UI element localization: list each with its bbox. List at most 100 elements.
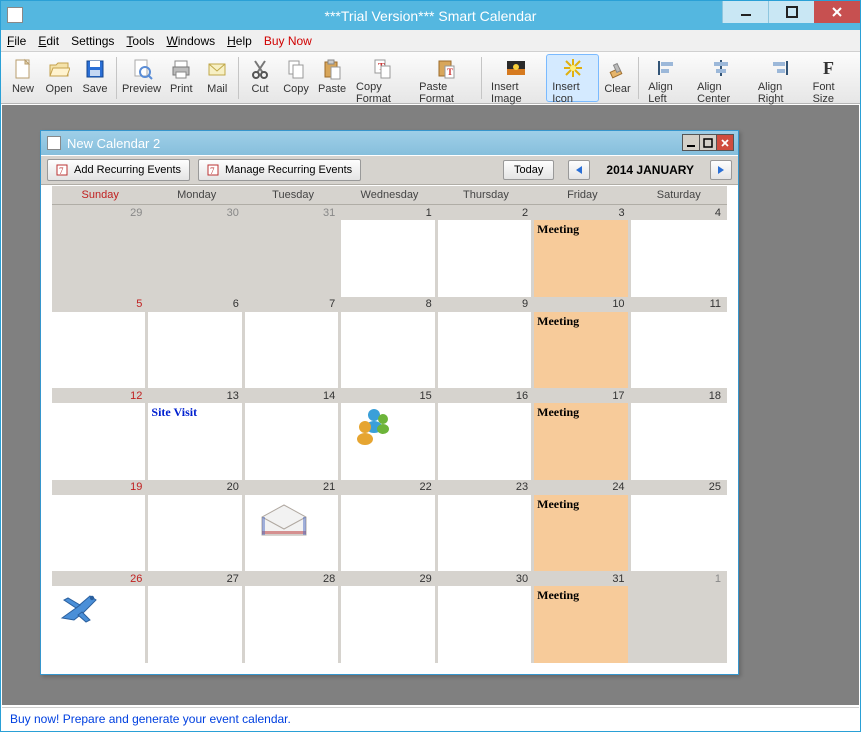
day-cell[interactable] bbox=[341, 220, 437, 297]
daynum: 15 bbox=[341, 388, 437, 403]
daynum: 31 bbox=[534, 571, 630, 586]
menu-buynow[interactable]: Buy Now bbox=[264, 34, 312, 48]
day-cell[interactable] bbox=[245, 586, 341, 663]
daynum: 4 bbox=[631, 205, 727, 220]
copy-format-button[interactable]: T Copy Format bbox=[350, 54, 413, 102]
day-cell[interactable] bbox=[52, 403, 148, 480]
menubar: File Edit Settings Tools Windows Help Bu… bbox=[1, 30, 860, 52]
menu-help[interactable]: Help bbox=[227, 34, 252, 48]
main-toolbar: New Open Save Preview Print Mail Cut Cop… bbox=[1, 52, 860, 104]
window-title: ***Trial Version*** Smart Calendar bbox=[325, 8, 537, 24]
copy-button[interactable]: Copy bbox=[278, 54, 314, 102]
weekday-sunday: Sunday bbox=[52, 186, 148, 204]
day-cell[interactable] bbox=[438, 586, 534, 663]
calendar-document-window: New Calendar 2 7 Add Recurring Events 7 … bbox=[40, 130, 739, 675]
clear-button[interactable]: Clear bbox=[599, 54, 635, 102]
day-cell[interactable] bbox=[438, 220, 534, 297]
daynum: 13 bbox=[148, 388, 244, 403]
day-cell[interactable]: Meeting bbox=[534, 495, 630, 572]
prev-month-button[interactable] bbox=[568, 160, 590, 180]
day-cell[interactable] bbox=[631, 495, 727, 572]
toolbar-separator bbox=[481, 57, 482, 99]
cut-button[interactable]: Cut bbox=[242, 54, 278, 102]
status-text: Buy now! Prepare and generate your event… bbox=[10, 712, 291, 726]
menu-windows[interactable]: Windows bbox=[166, 34, 215, 48]
align-center-icon bbox=[709, 57, 733, 79]
day-cell[interactable] bbox=[52, 220, 148, 297]
day-cell[interactable]: Meeting bbox=[534, 403, 630, 480]
menu-edit[interactable]: Edit bbox=[38, 34, 59, 48]
next-month-button[interactable] bbox=[710, 160, 732, 180]
menu-file[interactable]: File bbox=[7, 34, 26, 48]
day-cell[interactable]: Site Visit bbox=[148, 403, 244, 480]
day-cell[interactable] bbox=[341, 403, 437, 480]
day-cell[interactable] bbox=[245, 495, 341, 572]
mail-button[interactable]: Mail bbox=[199, 54, 235, 102]
day-cell[interactable] bbox=[438, 495, 534, 572]
preview-button[interactable]: Preview bbox=[120, 54, 163, 102]
svg-text:7: 7 bbox=[210, 166, 215, 176]
daynum: 31 bbox=[245, 205, 341, 220]
paste-button[interactable]: Paste bbox=[314, 54, 350, 102]
day-cell[interactable] bbox=[438, 312, 534, 389]
print-button[interactable]: Print bbox=[163, 54, 199, 102]
day-cell[interactable] bbox=[438, 403, 534, 480]
insert-icon-button[interactable]: Insert Icon bbox=[546, 54, 599, 102]
font-size-icon: F bbox=[819, 57, 843, 79]
align-center-button[interactable]: Align Center bbox=[691, 54, 752, 102]
doc-titlebar[interactable]: New Calendar 2 bbox=[41, 131, 738, 155]
daynum: 3 bbox=[534, 205, 630, 220]
day-cell[interactable] bbox=[341, 586, 437, 663]
menu-settings[interactable]: Settings bbox=[71, 34, 114, 48]
day-cell[interactable] bbox=[245, 403, 341, 480]
day-cell[interactable]: Meeting bbox=[534, 220, 630, 297]
day-cell[interactable]: Meeting bbox=[534, 312, 630, 389]
daynum: 22 bbox=[341, 480, 437, 495]
doc-maximize-button[interactable] bbox=[699, 134, 717, 151]
close-button[interactable] bbox=[814, 1, 860, 23]
day-cell[interactable] bbox=[245, 312, 341, 389]
daynum: 26 bbox=[52, 571, 148, 586]
open-icon bbox=[47, 57, 71, 81]
day-cell[interactable] bbox=[148, 586, 244, 663]
menu-tools[interactable]: Tools bbox=[126, 34, 154, 48]
align-right-button[interactable]: Align Right bbox=[752, 54, 807, 102]
font-size-button[interactable]: F Font Size bbox=[807, 54, 856, 102]
day-cell[interactable]: Meeting bbox=[534, 586, 630, 663]
day-cell[interactable] bbox=[341, 495, 437, 572]
event-meeting: Meeting bbox=[537, 222, 579, 236]
recurring-icon: 7 bbox=[56, 164, 68, 176]
minimize-button[interactable] bbox=[722, 1, 768, 23]
new-button[interactable]: New bbox=[5, 54, 41, 102]
day-cell[interactable] bbox=[631, 403, 727, 480]
day-cell[interactable] bbox=[148, 495, 244, 572]
insert-image-button[interactable]: Insert Image bbox=[485, 54, 546, 102]
day-cell[interactable] bbox=[52, 312, 148, 389]
day-cell[interactable] bbox=[148, 312, 244, 389]
mail-icon bbox=[205, 57, 229, 81]
day-cell[interactable] bbox=[341, 312, 437, 389]
copy-format-icon: T bbox=[370, 57, 394, 79]
doc-minimize-button[interactable] bbox=[682, 134, 700, 151]
weekday-friday: Friday bbox=[534, 186, 630, 204]
add-recurring-button[interactable]: 7 Add Recurring Events bbox=[47, 159, 190, 181]
daynum: 29 bbox=[341, 571, 437, 586]
daynum: 8 bbox=[341, 297, 437, 312]
align-left-button[interactable]: Align Left bbox=[642, 54, 691, 102]
day-cell[interactable] bbox=[245, 220, 341, 297]
paste-format-button[interactable]: T Paste Format bbox=[413, 54, 478, 102]
maximize-button[interactable] bbox=[768, 1, 814, 23]
day-cell[interactable] bbox=[52, 586, 148, 663]
manage-recurring-button[interactable]: 7 Manage Recurring Events bbox=[198, 159, 361, 181]
weekday-wednesday: Wednesday bbox=[341, 186, 437, 204]
statusbar: Buy now! Prepare and generate your event… bbox=[2, 707, 859, 731]
day-cell[interactable] bbox=[631, 586, 727, 663]
doc-close-button[interactable] bbox=[716, 134, 734, 151]
day-cell[interactable] bbox=[631, 312, 727, 389]
open-button[interactable]: Open bbox=[41, 54, 77, 102]
save-button[interactable]: Save bbox=[77, 54, 113, 102]
day-cell[interactable] bbox=[631, 220, 727, 297]
day-cell[interactable] bbox=[52, 495, 148, 572]
today-button[interactable]: Today bbox=[503, 160, 554, 180]
day-cell[interactable] bbox=[148, 220, 244, 297]
